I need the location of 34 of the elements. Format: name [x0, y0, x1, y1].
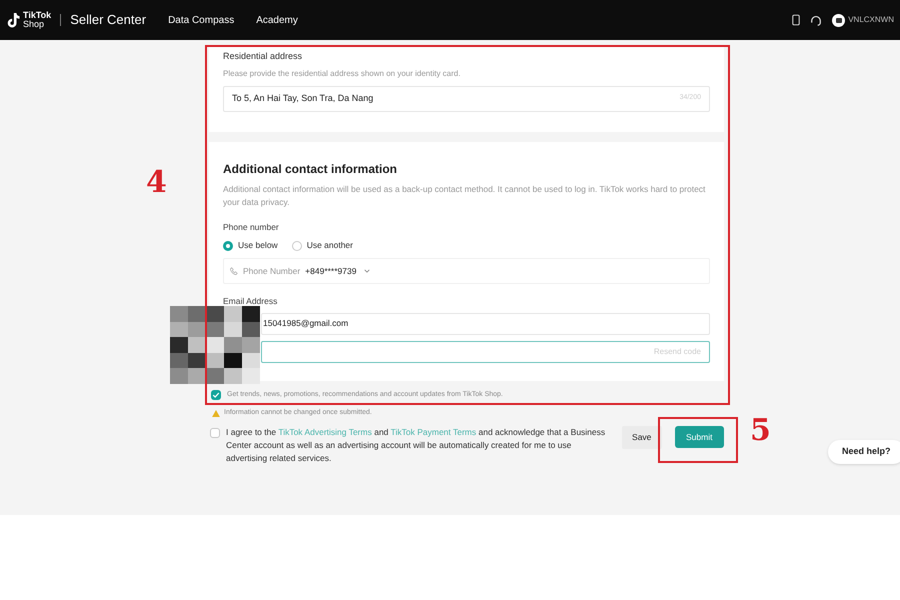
help-button[interactable]: Need help?: [828, 440, 900, 464]
checkbox[interactable]: [210, 428, 220, 438]
radio-option[interactable]: Use below: [223, 239, 278, 252]
checkbox[interactable]: [211, 390, 221, 400]
field-label: Residential address: [223, 50, 304, 63]
chevron-down-icon: [364, 269, 370, 273]
phone-field[interactable]: Phone Number +849****9739: [223, 258, 710, 284]
field-value: +849****9739: [305, 264, 356, 278]
app-title: Seller Center: [70, 11, 146, 30]
save-button[interactable]: Save: [622, 426, 662, 450]
section-heading: Additional contact information: [223, 160, 398, 178]
field-label: Phone number: [223, 220, 280, 234]
phone-icon: [230, 267, 238, 275]
logo-text: Shop: [23, 20, 46, 29]
field-label: Email Address: [223, 295, 278, 308]
annotation-number: 4: [146, 164, 167, 202]
warning-icon: [212, 410, 220, 416]
annotation-number: 5: [750, 412, 771, 450]
account-name[interactable]: VNLCXNWN: [848, 14, 894, 26]
field-label: Phone Number: [243, 264, 300, 278]
field-value: 15041985@gmail.com: [263, 317, 348, 330]
nav-link[interactable]: Academy: [256, 12, 298, 28]
section-description: Additional contact information will be used as a back-up contact method. It cannot be used to log in. TikTok works hard to protect your data privacy.: [223, 182, 706, 208]
agreement-text: I agree to the TikTok Advertising Terms and TikTok Payment Terms and acknowledge that a Business Center account as well as an advertising account will be automatically created for me to use advertising related services.: [226, 426, 606, 466]
field-value: To 5, An Hai Tay, Son Tra, Da Nang: [232, 92, 374, 105]
avatar[interactable]: [832, 14, 846, 26]
nav-link[interactable]: Data Compass: [168, 12, 234, 28]
email-field[interactable]: 15041985@gmail.com: [261, 312, 710, 335]
phone-icon[interactable]: [792, 14, 800, 26]
field-hint: Please provide the residential address shown on your identity card.: [223, 68, 462, 80]
checkmark-icon: [212, 390, 220, 399]
radio-option[interactable]: Use another: [292, 239, 353, 252]
music-note-icon: [6, 12, 20, 28]
logo-text: TikTok: [23, 11, 52, 20]
